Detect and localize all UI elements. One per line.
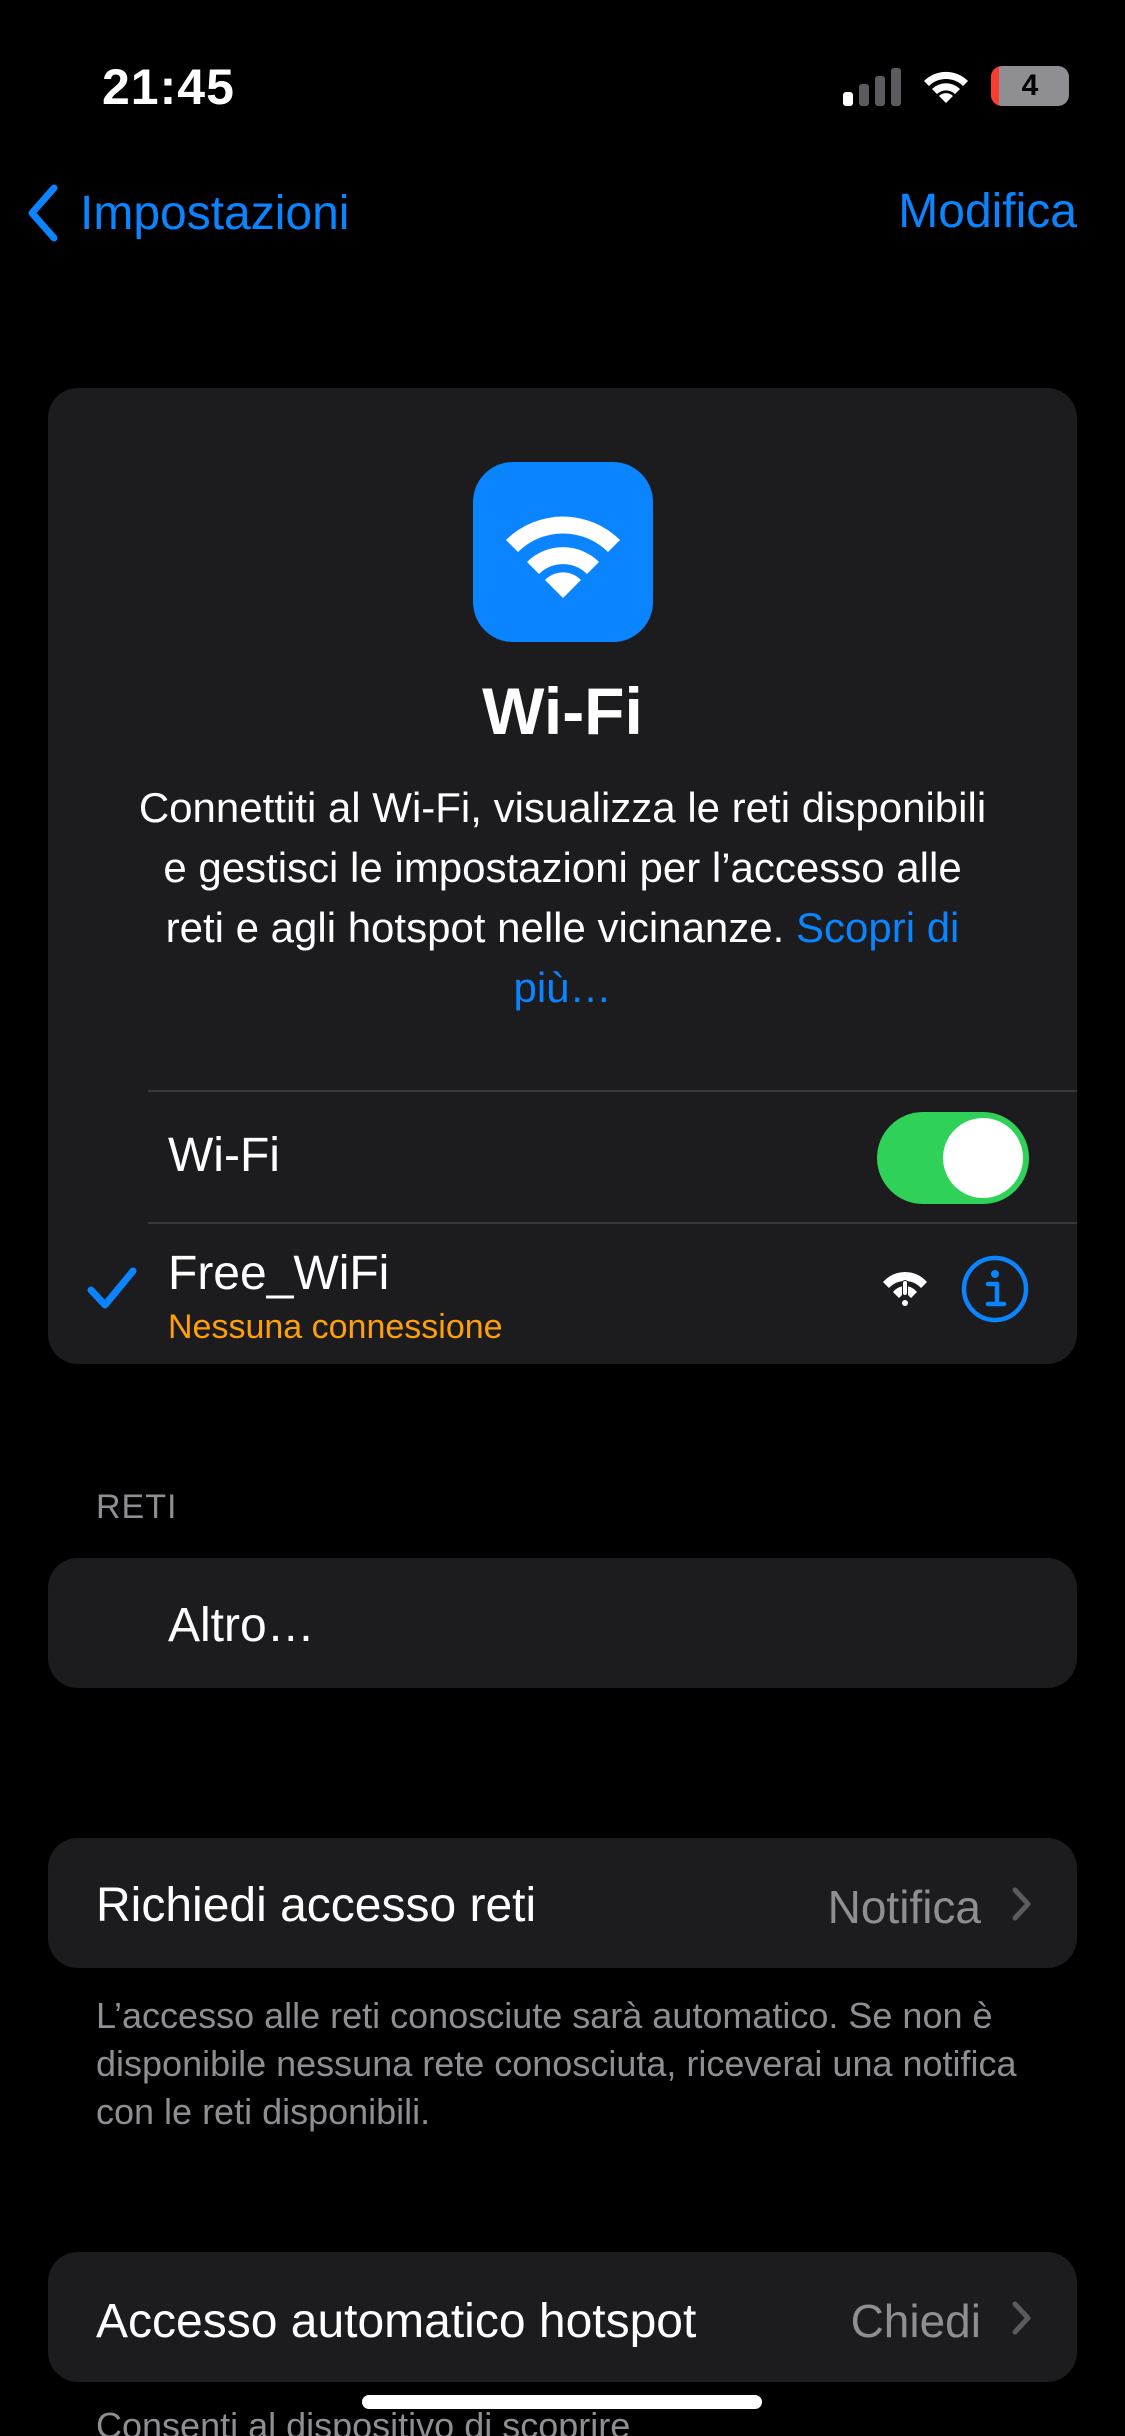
wifi-card: Wi-Fi Connettiti al Wi-Fi, visualizza le…: [48, 388, 1077, 1364]
chevron-left-icon: [28, 184, 58, 242]
chevron-right-icon: [1012, 2301, 1031, 2335]
network-status: Nessuna connessione: [168, 1308, 503, 1346]
back-label: Impostazioni: [80, 186, 350, 240]
edit-button[interactable]: Modifica: [898, 184, 1077, 239]
ask-to-join-note: L’accesso alle reti conosciute sarà auto…: [96, 1995, 1017, 2132]
back-button[interactable]: Impostazioni: [26, 184, 349, 242]
network-name[interactable]: Free_WiFi: [168, 1246, 389, 1301]
wifi-description: Connettiti al Wi-Fi, visualizza le reti …: [138, 778, 987, 1018]
battery-icon: 4: [991, 66, 1069, 106]
wifi-app-icon: [473, 462, 653, 642]
info-icon[interactable]: [960, 1254, 1030, 1324]
other-network-row[interactable]: Altro…: [48, 1558, 1077, 1688]
page-title: Wi-Fi: [482, 674, 643, 748]
ask-to-join-row[interactable]: Richiedi accesso reti Notifica: [48, 1838, 1077, 1968]
divider: [148, 1090, 1077, 1092]
ask-to-join-label: Richiedi accesso reti: [96, 1879, 537, 1932]
wifi-toggle[interactable]: [877, 1112, 1029, 1204]
divider: [148, 1222, 1077, 1224]
home-indicator[interactable]: [362, 2395, 762, 2409]
auto-hotspot-value: Chiedi: [850, 2295, 981, 2347]
battery-level: 4: [1021, 69, 1039, 102]
toggle-knob: [943, 1118, 1023, 1198]
wifi-toggle-label: Wi-Fi: [168, 1129, 280, 1182]
ask-to-join-value: Notifica: [827, 1881, 981, 1933]
status-time: 21:45: [102, 59, 235, 115]
networks-section-header: RETI: [96, 1488, 178, 1526]
other-network-label: Altro…: [168, 1599, 315, 1652]
auto-hotspot-row[interactable]: Accesso automatico hotspot Chiedi: [48, 2252, 1077, 2382]
cellular-signal-icon: [843, 66, 901, 106]
chevron-right-icon: [1012, 1887, 1031, 1921]
status-icons: 4: [843, 66, 1069, 106]
checkmark-icon: [87, 1267, 137, 1309]
wifi-status-icon: [924, 71, 968, 103]
auto-hotspot-label: Accesso automatico hotspot: [96, 2295, 697, 2348]
wifi-settings-screen: 21:45 4 Impostazioni Modifica Wi-Fi Conn…: [0, 0, 1125, 2436]
wifi-warning-signal-icon: [883, 1272, 927, 1306]
